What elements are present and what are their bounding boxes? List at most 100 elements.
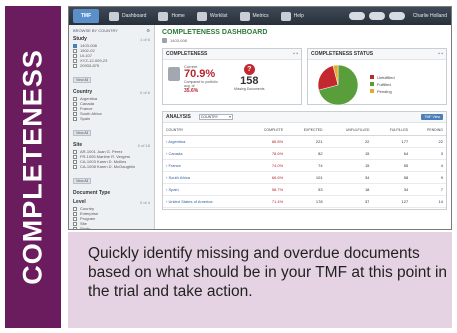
table-cell: 66.6% bbox=[246, 171, 287, 184]
filter-group-title[interactable]: Study 1 of 6 bbox=[73, 36, 150, 42]
checkbox[interactable] bbox=[73, 53, 77, 58]
country-link[interactable]: › South Africa bbox=[163, 171, 247, 184]
table-row[interactable]: › Spain 58.7% 53 18 34 7 bbox=[163, 183, 446, 196]
view-all-button[interactable]: View All bbox=[73, 77, 92, 83]
filter-option[interactable]: CA-1008 Karen D. McGaughlin bbox=[73, 164, 150, 169]
compare-label: Compared to portfolio avg. of bbox=[184, 80, 218, 88]
filter-group-count: 0 of 6 bbox=[139, 89, 150, 95]
checkbox[interactable] bbox=[73, 216, 77, 221]
checkbox[interactable] bbox=[73, 164, 77, 169]
chevron-down-icon: ▾ bbox=[229, 115, 231, 119]
legend-item: Pending bbox=[370, 89, 395, 94]
checkbox[interactable] bbox=[73, 116, 77, 121]
table-cell: 22 bbox=[325, 135, 373, 148]
checkbox[interactable] bbox=[73, 96, 77, 101]
table-row[interactable]: › Canada 78.6% 82 15 64 3 bbox=[163, 147, 446, 160]
sidebar-header: BROWSE BY COUNTRY ⚙ bbox=[73, 28, 150, 33]
checkbox[interactable] bbox=[73, 149, 77, 154]
study-id: 1403-008 bbox=[170, 38, 187, 43]
home-icon bbox=[109, 11, 119, 21]
filter-group-title[interactable]: Level 0 of 4 bbox=[73, 199, 150, 205]
filter-group-count: 0 of 4 bbox=[139, 199, 150, 205]
tasks-toggle[interactable] bbox=[368, 12, 385, 20]
nav-label: Help bbox=[293, 13, 304, 19]
checkbox[interactable] bbox=[73, 106, 77, 111]
table-cell: 58 bbox=[372, 171, 412, 184]
checkbox[interactable] bbox=[73, 226, 77, 229]
missing-documents[interactable]: ? 158 Missing Documents bbox=[234, 64, 265, 91]
checkbox[interactable] bbox=[73, 111, 77, 116]
tmf-view-button[interactable]: TMF View bbox=[421, 114, 443, 120]
analysis-table: COUNTRY COMPLETE EXPECTED UNFULFILLED FULFIL… bbox=[163, 123, 446, 208]
caption-box: Quickly identify missing and overdue doc… bbox=[68, 232, 452, 328]
table-row[interactable]: › France 74.0% 74 15 55 4 bbox=[163, 159, 446, 172]
table-cell: 7 bbox=[411, 183, 446, 196]
table-row[interactable]: › South Africa 66.6% 101 34 58 9 bbox=[163, 171, 446, 184]
checkbox[interactable] bbox=[73, 221, 77, 226]
nav-label: Metrics bbox=[252, 13, 269, 19]
notifications-toggle[interactable] bbox=[348, 12, 365, 20]
filter-group-label: Study bbox=[73, 36, 87, 42]
table-row[interactable]: › United States of America 71.4% 178 37 127 1… bbox=[163, 195, 446, 208]
country-link[interactable]: › Spain bbox=[163, 183, 247, 196]
checkbox[interactable] bbox=[73, 58, 77, 63]
filter-option[interactable]: 20933-875 bbox=[73, 63, 150, 68]
view-all-button[interactable]: View All bbox=[73, 130, 92, 136]
app-logo[interactable]: TMF bbox=[73, 9, 99, 23]
checkbox[interactable] bbox=[73, 206, 77, 211]
filter-group-title[interactable]: Country 0 of 6 bbox=[73, 89, 150, 95]
table-cell: 14 bbox=[411, 195, 446, 208]
panel-tools-icon[interactable]: ▪ ▪ bbox=[293, 51, 298, 57]
column-header[interactable]: COUNTRY bbox=[163, 123, 247, 136]
table-cell: 74 bbox=[286, 159, 326, 172]
completeness-current: Current 70.9% Compared to portfolio avg.… bbox=[168, 64, 218, 94]
table-cell: 127 bbox=[372, 195, 412, 208]
legend-item: Unfulfilled bbox=[370, 75, 395, 80]
analysis-dimension-select[interactable]: COUNTRY ▾ bbox=[198, 114, 233, 120]
nav-home[interactable]: Home bbox=[158, 11, 185, 21]
nav-dashboard[interactable]: Dashboard bbox=[109, 11, 146, 21]
current-percent: 70.9% bbox=[184, 68, 216, 80]
column-header[interactable]: EXPECTED bbox=[286, 123, 326, 136]
messages-toggle[interactable] bbox=[388, 12, 405, 20]
country-link[interactable]: › Argentina bbox=[163, 135, 247, 148]
table-row[interactable]: › Argentina 86.8% 221 22 177 22 bbox=[163, 135, 446, 148]
column-header[interactable]: FULFILLED bbox=[372, 123, 412, 136]
column-header[interactable]: COMPLETE bbox=[246, 123, 287, 136]
analysis-title: ANALYSIS bbox=[166, 114, 191, 120]
checkbox[interactable] bbox=[73, 48, 77, 53]
user-menu[interactable]: Charlie Holland bbox=[413, 13, 447, 19]
column-header[interactable]: PENDING bbox=[411, 123, 446, 136]
filter-group-count: 1 of 6 bbox=[139, 36, 150, 42]
view-all-button[interactable]: View All bbox=[73, 178, 92, 184]
filter-group-title[interactable]: Document Type bbox=[73, 190, 150, 196]
checkbox[interactable] bbox=[73, 159, 77, 164]
table-header-row: COUNTRY COMPLETE EXPECTED UNFULFILLED FULFIL… bbox=[163, 123, 446, 136]
checkbox[interactable] bbox=[73, 101, 77, 106]
filter-group-label: Site bbox=[73, 142, 83, 148]
promo-slide: COMPLETENESS TMF Dashboard Home Worklist… bbox=[0, 0, 457, 333]
filter-group-title[interactable]: Site 0 of 18 bbox=[73, 142, 150, 148]
sidebar-header-label: BROWSE BY COUNTRY bbox=[73, 28, 118, 33]
filter-group-label: Country bbox=[73, 89, 93, 95]
filter-option[interactable]: Study bbox=[73, 226, 150, 229]
checkbox[interactable] bbox=[73, 63, 77, 68]
table-cell: 4 bbox=[411, 159, 446, 172]
page-title: COMPLETENESS DASHBOARD bbox=[162, 29, 268, 36]
column-header[interactable]: UNFULFILLED bbox=[325, 123, 373, 136]
country-link[interactable]: › France bbox=[163, 159, 247, 172]
panel-tools-icon[interactable]: ▪ ▪ bbox=[438, 51, 443, 57]
country-link[interactable]: › Canada bbox=[163, 147, 247, 160]
checkbox[interactable] bbox=[73, 211, 77, 216]
checkbox[interactable] bbox=[73, 154, 77, 159]
nav-worklist[interactable]: Worklist bbox=[196, 11, 228, 21]
sidebar-settings-icon[interactable]: ⚙ bbox=[146, 28, 150, 33]
country-link[interactable]: › United States of America bbox=[163, 195, 247, 208]
nav-label: Worklist bbox=[209, 13, 228, 19]
filter-group: Country 0 of 6 Argentina Canada France South … bbox=[73, 89, 150, 139]
nav-metrics[interactable]: Metrics bbox=[239, 11, 269, 21]
checkbox[interactable] bbox=[73, 43, 77, 48]
nav-help[interactable]: Help bbox=[280, 11, 304, 21]
filter-option[interactable]: Spain bbox=[73, 116, 150, 121]
table-cell: 101 bbox=[286, 171, 326, 184]
